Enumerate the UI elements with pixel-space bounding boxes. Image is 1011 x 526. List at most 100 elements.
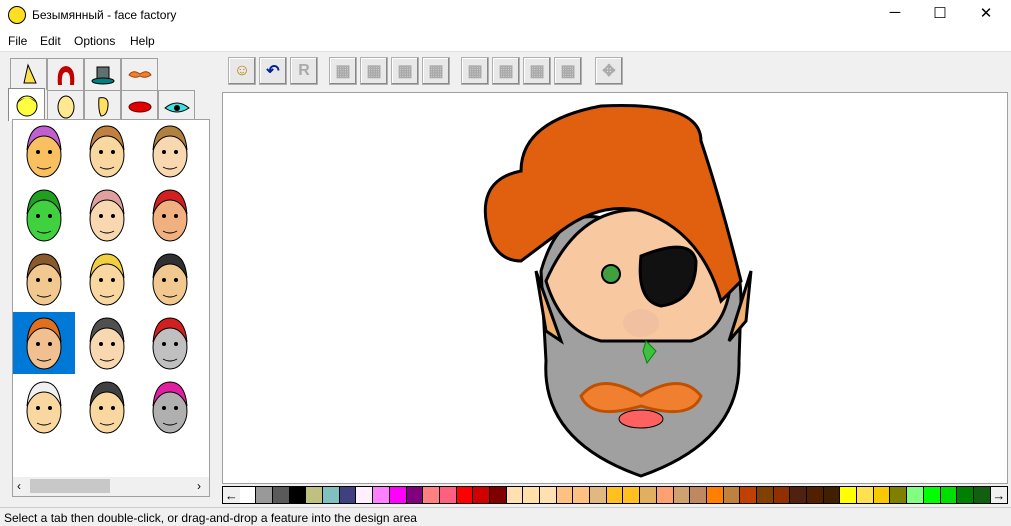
- color-swatch[interactable]: [323, 487, 340, 503]
- color-swatch[interactable]: [957, 487, 974, 503]
- tab-lips[interactable]: [121, 90, 158, 122]
- color-swatch[interactable]: [656, 487, 674, 503]
- face-thumbnail[interactable]: [13, 376, 75, 438]
- face-thumbnail[interactable]: [139, 184, 201, 246]
- face-thumbnail[interactable]: [76, 312, 138, 374]
- menu-options[interactable]: Options: [74, 34, 115, 48]
- color-swatch[interactable]: [907, 487, 924, 503]
- face-thumbnail[interactable]: [139, 248, 201, 310]
- design-area[interactable]: [222, 92, 1008, 484]
- color-swatch[interactable]: [306, 487, 324, 503]
- color-swatch[interactable]: [439, 487, 457, 503]
- palette-scroll-left[interactable]: ←: [223, 487, 240, 503]
- color-swatch[interactable]: [740, 487, 757, 503]
- face-thumbnail[interactable]: [13, 184, 75, 246]
- move-all-button[interactable]: ✥: [595, 57, 623, 85]
- tab-ear[interactable]: [84, 90, 121, 122]
- face-thumbnail[interactable]: [139, 120, 201, 182]
- color-swatch[interactable]: [807, 487, 824, 503]
- menu-edit[interactable]: Edit: [40, 34, 61, 48]
- move-down-button[interactable]: ▦: [554, 57, 582, 85]
- color-swatch[interactable]: [590, 487, 607, 503]
- color-swatch[interactable]: [673, 487, 691, 503]
- window-title: Безымянный - face factory: [32, 8, 177, 22]
- flip-v-button[interactable]: ▦: [360, 57, 388, 85]
- color-swatch[interactable]: [973, 487, 991, 503]
- face-thumbnail[interactable]: [13, 248, 75, 310]
- color-swatch[interactable]: [773, 487, 791, 503]
- hair-icon: [57, 65, 74, 85]
- palette-scroll-right[interactable]: →: [990, 487, 1008, 503]
- new-face-button[interactable]: ☺: [228, 57, 256, 85]
- color-swatch[interactable]: [873, 487, 891, 503]
- color-swatch[interactable]: [790, 487, 808, 503]
- color-swatch[interactable]: [456, 487, 474, 503]
- color-swatch[interactable]: [940, 487, 958, 503]
- color-swatch[interactable]: [289, 487, 307, 503]
- color-swatch[interactable]: [339, 487, 357, 503]
- scroll-thumb[interactable]: [30, 479, 110, 493]
- color-swatch[interactable]: [823, 487, 841, 503]
- color-swatch[interactable]: [556, 487, 574, 503]
- moustache-icon: [127, 70, 152, 78]
- color-swatch[interactable]: [423, 487, 440, 503]
- maximize-button[interactable]: ☐: [920, 4, 960, 22]
- color-swatch[interactable]: [540, 487, 557, 503]
- face-thumbnail[interactable]: [76, 120, 138, 182]
- scroll-right-icon[interactable]: ›: [197, 479, 201, 493]
- horizontal-scrollbar[interactable]: ‹ ›: [13, 477, 209, 496]
- tab-hair[interactable]: [47, 58, 84, 90]
- color-swatch[interactable]: [489, 487, 507, 503]
- color-swatch[interactable]: [389, 487, 407, 503]
- color-swatch[interactable]: [356, 487, 374, 503]
- color-swatch[interactable]: [506, 487, 524, 503]
- color-swatch[interactable]: [256, 487, 274, 503]
- color-swatch[interactable]: [523, 487, 541, 503]
- flip-h-button[interactable]: ▦: [329, 57, 357, 85]
- face-thumbnail[interactable]: [139, 312, 201, 374]
- tab-hat[interactable]: [84, 58, 121, 90]
- face-thumbnail[interactable]: [76, 376, 138, 438]
- face-thumbnail[interactable]: [13, 120, 75, 182]
- menu-help[interactable]: Help: [130, 34, 155, 48]
- face-thumbnail[interactable]: [139, 376, 201, 438]
- minimize-button[interactable]: ─: [875, 4, 915, 21]
- head-icon: [16, 95, 37, 117]
- color-swatch[interactable]: [239, 487, 257, 503]
- color-swatch[interactable]: [406, 487, 424, 503]
- undo-button[interactable]: ↶: [259, 57, 287, 85]
- color-swatch[interactable]: [706, 487, 724, 503]
- tab-eye[interactable]: [158, 90, 195, 122]
- color-swatch[interactable]: [606, 487, 624, 503]
- tab-head[interactable]: [8, 88, 45, 121]
- color-swatch[interactable]: [890, 487, 908, 503]
- color-swatch[interactable]: [840, 487, 858, 503]
- menu-file[interactable]: File: [8, 34, 27, 48]
- rotate-right-button[interactable]: ▦: [422, 57, 450, 85]
- color-swatch[interactable]: [473, 487, 490, 503]
- move-up-button[interactable]: ▦: [523, 57, 551, 85]
- color-swatch[interactable]: [723, 487, 741, 503]
- color-swatch[interactable]: [756, 487, 774, 503]
- rotate-right-icon: ▦: [428, 63, 444, 80]
- color-swatch[interactable]: [373, 487, 390, 503]
- face-thumbnail[interactable]: [76, 248, 138, 310]
- redo-button[interactable]: R: [290, 57, 318, 85]
- color-swatch[interactable]: [273, 487, 290, 503]
- tab-moustache[interactable]: [121, 58, 158, 90]
- close-button[interactable]: ✕: [966, 4, 1006, 22]
- color-swatch[interactable]: [690, 487, 707, 503]
- face-thumbnail[interactable]: [76, 184, 138, 246]
- rotate-left-button[interactable]: ▦: [391, 57, 419, 85]
- color-swatch[interactable]: [573, 487, 591, 503]
- color-swatch[interactable]: [623, 487, 641, 503]
- face-thumbnail[interactable]: [13, 312, 75, 374]
- color-swatch[interactable]: [923, 487, 941, 503]
- scroll-left-icon[interactable]: ‹: [17, 479, 21, 493]
- color-swatch[interactable]: [640, 487, 657, 503]
- tab-nose[interactable]: [10, 58, 47, 90]
- move-right-button[interactable]: ▦: [492, 57, 520, 85]
- move-left-button[interactable]: ▦: [461, 57, 489, 85]
- color-swatch[interactable]: [857, 487, 874, 503]
- tab-face-shape[interactable]: [47, 90, 84, 122]
